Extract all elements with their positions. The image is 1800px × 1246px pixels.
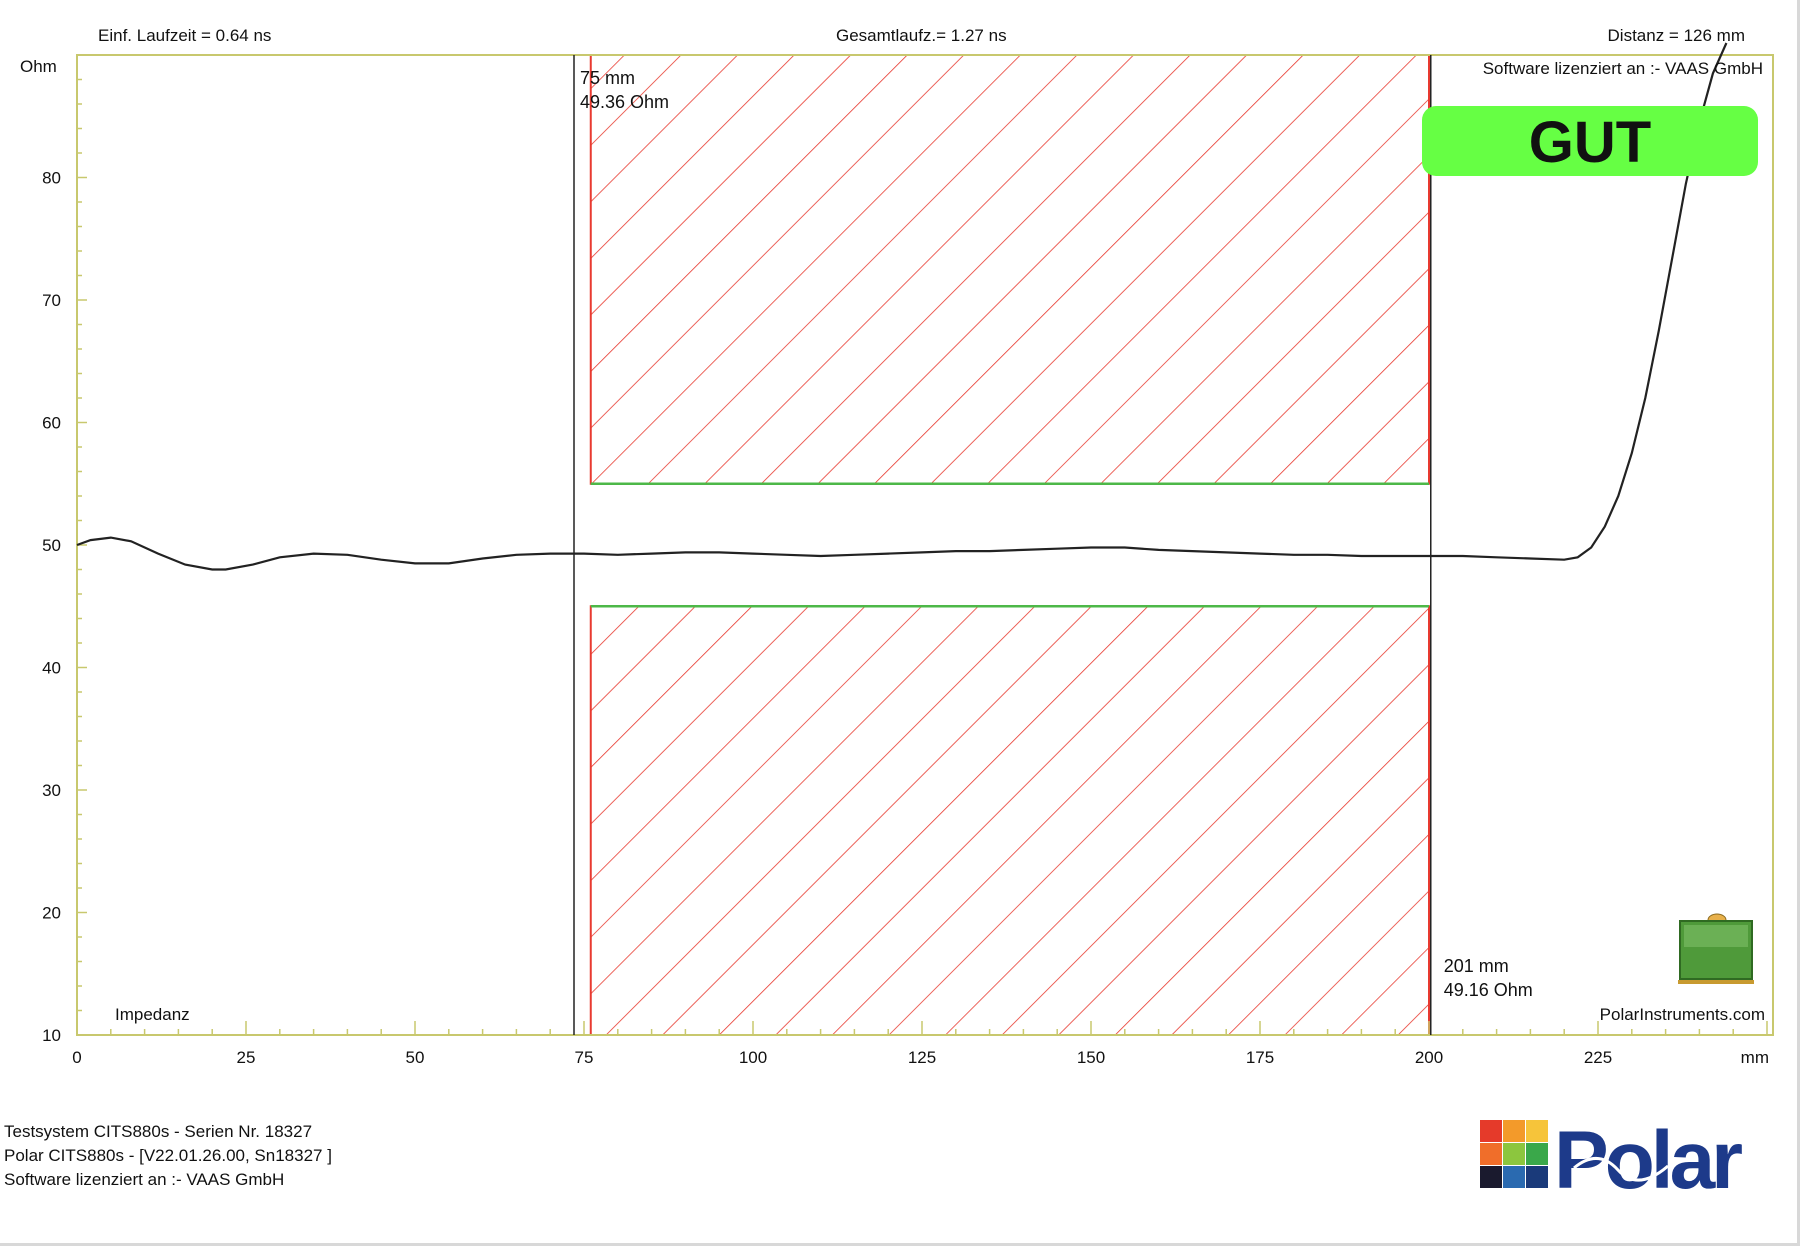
cursor-end-value: 49.16 Ohm: [1444, 980, 1533, 1000]
impedance-chart: 10 20 30 40 50 60 70 80 0 25 50 75 100 125 150 175 200 2…: [20, 42, 1774, 1067]
y-tick-label: 60: [42, 414, 61, 433]
footer-system-line: Testsystem CITS880s - Serien Nr. 18327: [4, 1122, 313, 1141]
x-tick-label: 75: [575, 1048, 594, 1067]
trace-name-label: Impedanz: [115, 1005, 190, 1024]
x-axis-label: mm: [1741, 1048, 1769, 1067]
briefcase-icon[interactable]: [1678, 913, 1754, 984]
cursor-start-value: 49.36 Ohm: [580, 92, 669, 112]
x-tick-label: 125: [908, 1048, 936, 1067]
status-badge-text: GUT: [1529, 110, 1651, 175]
polar-logo-mark: [1480, 1120, 1548, 1188]
y-tick-label: 80: [42, 169, 61, 188]
lower-limit-zone: [589, 605, 1430, 1036]
footer-license-line: Software lizenziert an :- VAAS GmbH: [4, 1170, 285, 1189]
y-tick-label: 30: [42, 781, 61, 800]
cursor-start-distance: 75 mm: [580, 68, 635, 88]
footer-version-line: Polar CITS880s - [V22.01.26.00, Sn18327 …: [4, 1146, 332, 1165]
report-page: Einf. Laufzeit = 0.64 ns Gesamtlaufz.= 1…: [0, 0, 1800, 1246]
x-tick-label: 50: [406, 1048, 425, 1067]
polar-logo: Polar: [1480, 1118, 1746, 1198]
upper-limit-zone: [589, 54, 1430, 485]
polar-logo-text: Polar: [1554, 1118, 1742, 1198]
x-tick-label: 225: [1584, 1048, 1612, 1067]
x-tick-label: 100: [739, 1048, 767, 1067]
y-axis: 10 20 30 40 50 60 70 80: [42, 78, 87, 1045]
x-tick-label: 200: [1415, 1048, 1443, 1067]
y-tick-label: 70: [42, 291, 61, 310]
x-tick-label: 150: [1077, 1048, 1105, 1067]
x-tick-label: 175: [1246, 1048, 1274, 1067]
license-watermark: Software lizenziert an :- VAAS GmbH: [1483, 59, 1763, 78]
report-footer: Testsystem CITS880s - Serien Nr. 18327 P…: [4, 1120, 332, 1192]
cursor-end-distance: 201 mm: [1444, 956, 1509, 976]
x-tick-label: 25: [237, 1048, 256, 1067]
y-axis-label: Ohm: [20, 57, 57, 76]
website-label: PolarInstruments.com: [1600, 1005, 1765, 1024]
y-tick-label: 40: [42, 659, 61, 678]
x-tick-label: 0: [72, 1048, 81, 1067]
y-tick-label: 20: [42, 904, 61, 923]
y-tick-label: 50: [42, 536, 61, 555]
y-tick-label: 10: [42, 1026, 61, 1045]
